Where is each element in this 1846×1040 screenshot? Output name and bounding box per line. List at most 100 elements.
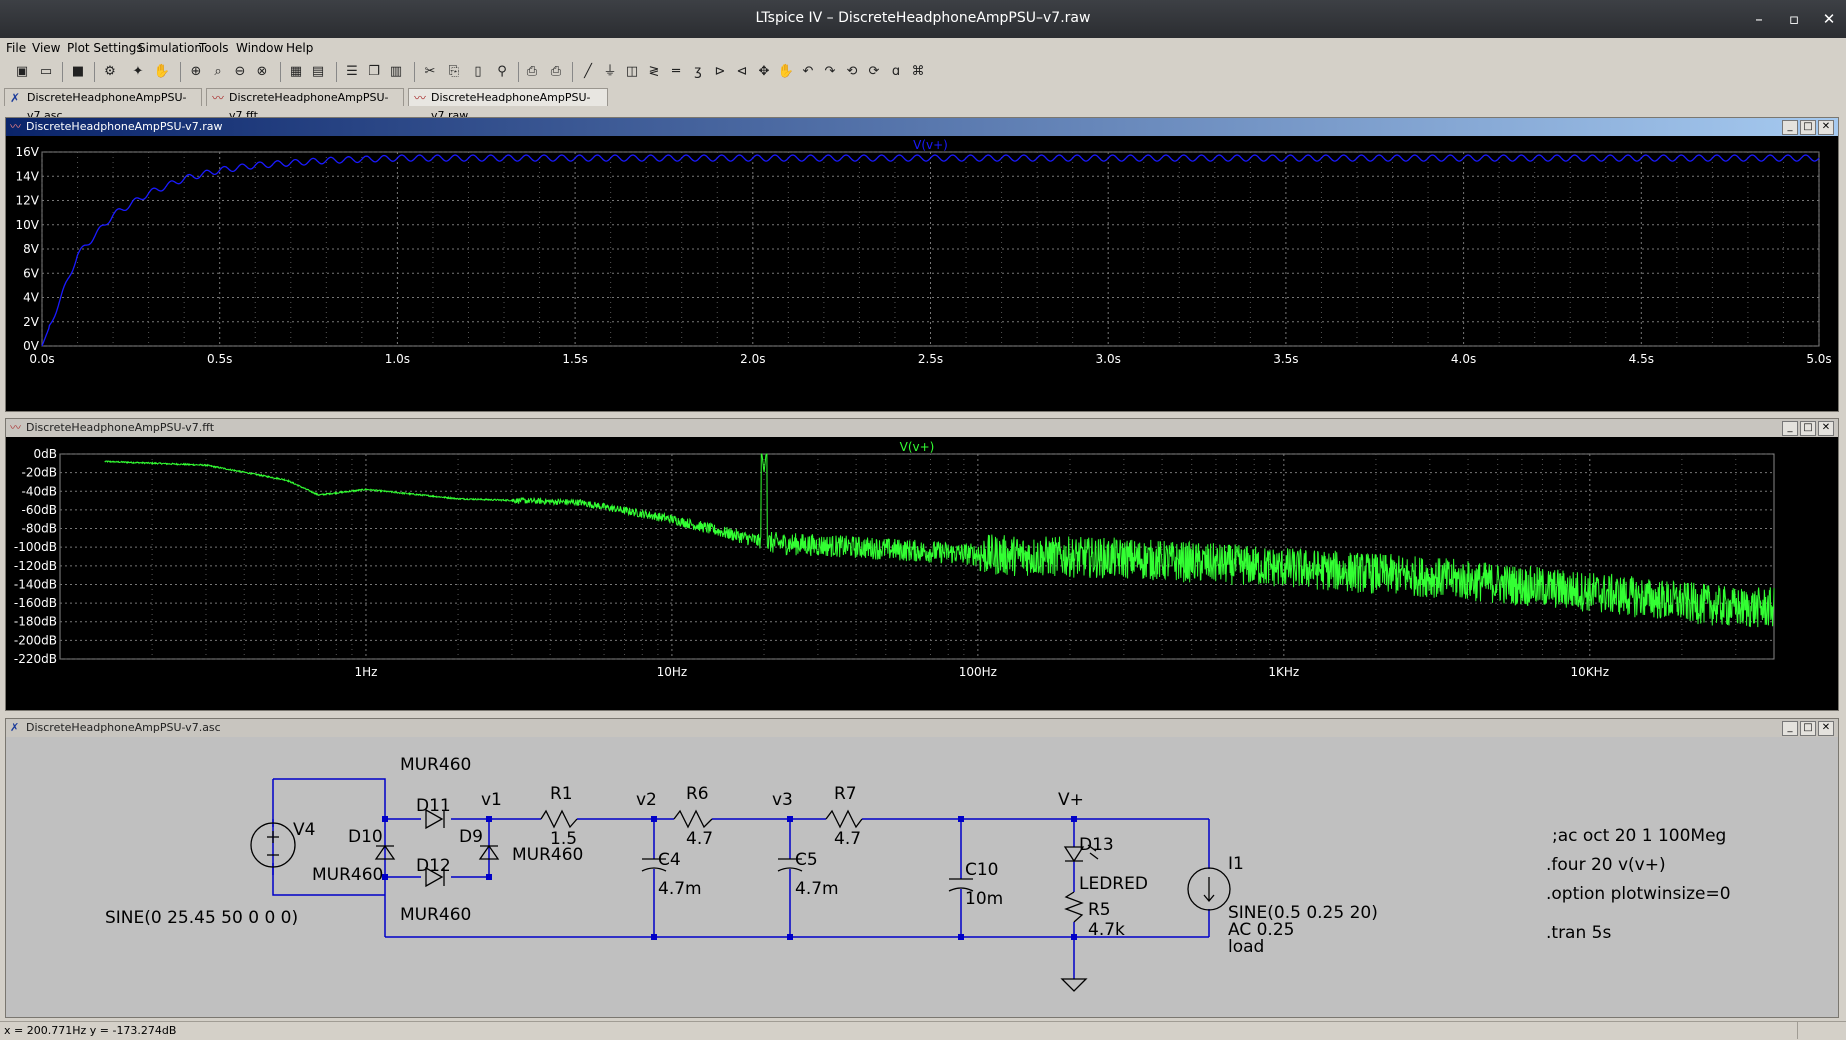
drag-icon[interactable]: ✋ (776, 62, 796, 82)
net-v2-label: v2 (636, 790, 657, 810)
net-v3-label: v3 (772, 790, 793, 810)
menu-plot-settings[interactable]: Plot Settings (67, 41, 143, 55)
y-tick-label: -60dB (22, 503, 57, 517)
label-net-icon[interactable]: ◫ (622, 62, 642, 82)
tile-horizontal-icon[interactable]: ☰ (342, 62, 362, 82)
schematic-canvas[interactable]: MUR460 V4 D11 D10 v1 D9 R1 1.5 v2 R6 4.7… (6, 737, 1838, 1017)
raw-window-titlebar: 〰 DiscreteHeadphoneAmpPSU-v7.raw _ □ ✕ (6, 118, 1838, 136)
x-tick-label: 10Hz (657, 665, 688, 679)
new-schematic-icon[interactable]: ▣ (12, 62, 32, 82)
window-minimize-button[interactable]: _ (1782, 421, 1798, 436)
window-close-button[interactable]: ✕ (1818, 421, 1834, 436)
pan-icon[interactable]: ⌕ (208, 62, 228, 82)
mirror-icon[interactable]: ⟳ (864, 62, 884, 82)
grid-icon[interactable]: ▤ (308, 62, 328, 82)
resize-grip[interactable] (1797, 1022, 1846, 1039)
r5-label: R5 (1088, 900, 1111, 920)
y-tick-label: 6V (23, 266, 40, 280)
r7-value: 4.7 (834, 829, 861, 849)
wire-icon[interactable]: ╱ (578, 62, 598, 82)
fft-window-title: DiscreteHeadphoneAmpPSU-v7.fft (26, 421, 215, 434)
close-button[interactable]: ✕ (1818, 8, 1840, 30)
resistor-icon[interactable]: ≷ (644, 62, 664, 82)
zoom-out-icon[interactable]: ⊖ (230, 62, 250, 82)
move-icon[interactable]: ✥ (754, 62, 774, 82)
window-minimize-button[interactable]: _ (1782, 120, 1798, 135)
x-tick-label: 1.5s (562, 352, 587, 366)
zoom-in-icon[interactable]: ⊕ (186, 62, 206, 82)
d12-model-value: MUR460 (400, 905, 471, 925)
minimize-button[interactable]: – (1748, 8, 1770, 30)
y-tick-label: -220dB (14, 652, 57, 666)
menu-tools[interactable]: Tools (199, 41, 229, 55)
y-tick-label: -140dB (14, 577, 57, 591)
text-icon[interactable]: ɑ (886, 62, 906, 82)
zoom-fit-icon[interactable]: ⊗ (252, 62, 272, 82)
menu-help[interactable]: Help (286, 41, 313, 55)
save-icon[interactable]: ■ (68, 62, 88, 82)
cursor-readout: x = 200.771Hz y = -173.274dB (4, 1024, 177, 1037)
window-minimize-button[interactable]: _ (1782, 721, 1798, 736)
x-tick-label: 2.5s (918, 352, 943, 366)
cascade-icon[interactable]: ❐ (364, 62, 384, 82)
transient-plot[interactable]: 0.0s 0.5s 1.0s 1.5s 2.0s 2.5s 3.0s 3.5s 4.0s 4.5s… (6, 136, 1838, 411)
directive-four: .four 20 v(v+) (1546, 855, 1666, 875)
y-tick-label: -40dB (22, 484, 57, 498)
waveform-icon: 〰 (10, 421, 21, 434)
y-tick-label: 16V (16, 145, 40, 159)
maximize-button[interactable]: ▫ (1783, 8, 1805, 30)
run-icon[interactable]: ✦ (128, 62, 148, 82)
window-maximize-button[interactable]: □ (1800, 421, 1816, 436)
spice-directive-icon[interactable]: ⌘ (908, 62, 928, 82)
open-icon[interactable]: ▭ (36, 62, 56, 82)
autorange-icon[interactable]: ▦ (286, 62, 306, 82)
copy-icon[interactable]: ⎘ (444, 62, 464, 82)
capacitor-icon[interactable]: ═ (666, 62, 686, 82)
d9-label: D9 (459, 827, 483, 847)
control-panel-icon[interactable]: ⚙ (100, 62, 120, 82)
document-tabs: ✗ DiscreteHeadphoneAmpPSU-v7.asc 〰 Discr… (0, 86, 1846, 122)
x-tick-label: 100Hz (959, 665, 997, 679)
menu-view[interactable]: View (32, 41, 60, 55)
window-maximize-button[interactable]: □ (1800, 721, 1816, 736)
component-icon[interactable]: ⊲ (732, 62, 752, 82)
x-tick-label: 0.5s (207, 352, 232, 366)
window-close-button[interactable]: ✕ (1818, 721, 1834, 736)
diode-icon[interactable]: ⊳ (710, 62, 730, 82)
halt-icon[interactable]: ✋ (152, 62, 172, 82)
rotate-icon[interactable]: ⟲ (842, 62, 862, 82)
toolbar: ▣ ▭ ■ ⚙ ✦ ✋ ⊕ ⌕ ⊖ ⊗ ▦ ▤ ☰ ❐ ▥ ✂ ⎘ ▯ ⚲ ⎙ … (0, 58, 1846, 87)
x-tick-label: 3.5s (1273, 352, 1298, 366)
d13-value: LEDRED (1079, 874, 1148, 894)
tab-fft[interactable]: 〰 DiscreteHeadphoneAmpPSU-v7.fft (206, 88, 404, 122)
r7-label: R7 (834, 784, 857, 804)
window-maximize-button[interactable]: □ (1800, 120, 1816, 135)
v4-value: SINE(0 25.45 50 0 0 0) (105, 908, 298, 928)
y-tick-label: -180dB (14, 615, 57, 629)
redo-icon[interactable]: ↷ (820, 62, 840, 82)
directive-ac: ;ac oct 20 1 100Meg (1552, 826, 1726, 846)
tab-asc[interactable]: ✗ DiscreteHeadphoneAmpPSU-v7.asc (4, 88, 202, 122)
d10-model-value: MUR460 (312, 865, 383, 885)
inductor-icon[interactable]: ʒ (688, 62, 708, 82)
menu-file[interactable]: File (6, 41, 26, 55)
y-tick-label: 0dB (34, 447, 57, 461)
d9-model-value: MUR460 (512, 845, 583, 865)
find-icon[interactable]: ⚲ (492, 62, 512, 82)
paste-icon[interactable]: ▯ (468, 62, 488, 82)
ground-icon[interactable]: ⏚ (600, 62, 620, 82)
print-setup-icon[interactable]: ⎙ (522, 62, 542, 82)
window-close-button[interactable]: ✕ (1818, 120, 1834, 135)
undo-icon[interactable]: ↶ (798, 62, 818, 82)
cut-icon[interactable]: ✂ (420, 62, 440, 82)
y-tick-label: 4V (23, 291, 40, 305)
tile-vertical-icon[interactable]: ▥ (386, 62, 406, 82)
tab-raw[interactable]: 〰 DiscreteHeadphoneAmpPSU-v7.raw (408, 88, 608, 122)
fft-plot[interactable]: 1Hz 10Hz 100Hz 1KHz 10KHz 0dB -20dB -40dB -60dB -… (6, 437, 1838, 710)
print-icon[interactable]: ⎙ (546, 62, 566, 82)
menu-window[interactable]: Window (236, 41, 283, 55)
d13-label: D13 (1079, 835, 1114, 855)
r1-label: R1 (550, 784, 573, 804)
menu-simulation[interactable]: Simulation (138, 41, 202, 55)
r6-value: 4.7 (686, 829, 713, 849)
